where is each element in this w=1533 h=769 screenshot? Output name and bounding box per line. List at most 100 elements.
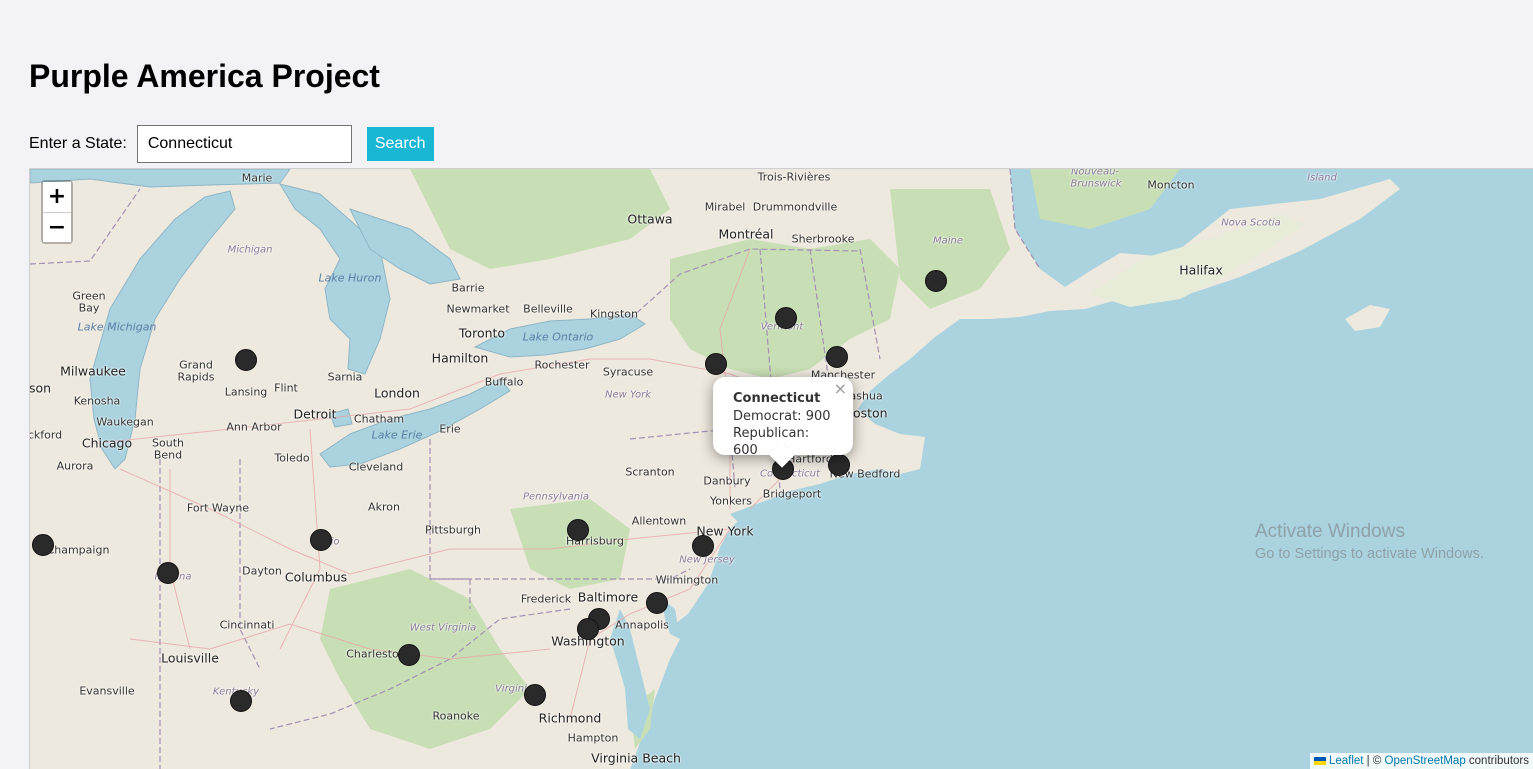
place-label: Detroit xyxy=(293,406,337,422)
place-label: Hamilton xyxy=(431,350,489,366)
place-label: Virginia Beach xyxy=(591,750,681,766)
place-label: Fort Wayne xyxy=(186,501,250,515)
place-label: Cleveland xyxy=(348,460,404,474)
place-label: Chatham xyxy=(353,412,405,426)
place-label: Chicago xyxy=(81,435,133,451)
ukraine-flag-icon xyxy=(1313,756,1326,765)
state-marker-vermont[interactable] xyxy=(775,307,797,329)
place-label: Louisville xyxy=(161,650,219,666)
place-label: London xyxy=(374,385,420,401)
popup-close-button[interactable]: × xyxy=(834,381,847,397)
state-marker-new-york[interactable] xyxy=(705,353,727,375)
state-marker-maine[interactable] xyxy=(925,270,947,292)
place-label: Pittsburgh xyxy=(424,523,482,537)
place-label: Annapolis xyxy=(615,618,669,632)
place-label: Lake Ontario xyxy=(522,330,594,344)
place-label: Cincinnati xyxy=(219,618,275,632)
state-popup: × Connecticut Democrat: 900 Republican: … xyxy=(713,377,853,468)
state-marker-new-jersey[interactable] xyxy=(692,535,714,557)
place-label: Wilmington xyxy=(655,573,719,587)
place-label: Syracuse xyxy=(602,365,654,379)
place-label: Lansing xyxy=(224,385,268,399)
place-label: Nouveau- xyxy=(1070,168,1120,178)
place-label: Sarnia xyxy=(327,370,363,384)
state-marker-district-of-columbia[interactable] xyxy=(577,618,599,640)
state-marker-pennsylvania[interactable] xyxy=(567,519,589,541)
place-label: Bridgeport xyxy=(762,487,822,501)
state-marker-delaware[interactable] xyxy=(646,592,668,614)
attribution-separator: | © xyxy=(1363,755,1385,767)
place-label: Lake Huron xyxy=(318,271,382,285)
state-marker-ohio[interactable] xyxy=(310,529,332,551)
place-label: ckford xyxy=(29,428,63,442)
place-label: Drummondville xyxy=(752,200,838,214)
place-label: Newmarket xyxy=(446,302,510,316)
place-label: Montréal xyxy=(718,226,774,242)
place-label: Charleston xyxy=(346,647,406,661)
popup-republican: Republican: 600 xyxy=(733,426,810,458)
place-label: son xyxy=(29,380,52,396)
place-label: Toledo xyxy=(274,451,310,465)
state-input[interactable] xyxy=(136,125,352,163)
place-label: Toronto xyxy=(458,325,506,341)
osm-link[interactable]: OpenStreetMap xyxy=(1385,755,1466,767)
place-label: Rapids xyxy=(177,370,215,384)
place-label: Baltimore xyxy=(577,589,639,605)
attribution-suffix: contributors xyxy=(1465,755,1529,767)
place-label: Waukegan xyxy=(96,415,154,429)
popup-state-name: Connecticut xyxy=(733,391,821,406)
place-label: Frederick xyxy=(520,592,572,606)
island-land xyxy=(1345,305,1390,331)
place-label: Belleville xyxy=(523,302,573,316)
place-label: Moncton xyxy=(1147,178,1195,192)
place-label: Aurora xyxy=(56,459,94,473)
state-marker-kentucky[interactable] xyxy=(230,690,252,712)
popup-democrat: Democrat: 900 xyxy=(733,409,831,424)
place-label: Hampton xyxy=(567,731,619,745)
place-label: Kingston xyxy=(590,307,638,321)
place-label: Kenosha xyxy=(73,394,121,408)
state-marker-illinois[interactable] xyxy=(32,534,54,556)
place-label: Roanoke xyxy=(432,709,480,723)
place-label: New York xyxy=(604,389,652,401)
zoom-control: + − xyxy=(41,180,73,244)
place-label: Michigan xyxy=(227,244,273,256)
state-marker-virginia[interactable] xyxy=(524,684,546,706)
place-label: Scranton xyxy=(625,465,675,479)
place-label: Yonkers xyxy=(710,494,752,508)
place-label: Lake Michigan xyxy=(77,320,157,334)
place-label: Champaign xyxy=(46,543,110,557)
state-marker-west-virginia[interactable] xyxy=(398,644,420,666)
watermark-line2: Go to Settings to activate Windows. xyxy=(1255,546,1484,562)
place-label: Bend xyxy=(153,448,183,462)
place-label: Pennsylvania xyxy=(522,491,590,503)
search-row: Enter a State: Search xyxy=(29,125,434,163)
search-button[interactable]: Search xyxy=(366,127,434,161)
zoom-out-button[interactable]: − xyxy=(43,212,71,242)
place-label: Sherbrooke xyxy=(791,232,855,246)
place-label: Evansville xyxy=(79,684,135,698)
leaflet-link[interactable]: Leaflet xyxy=(1329,755,1364,767)
place-label: Lake Erie xyxy=(371,428,423,442)
place-label: Akron xyxy=(368,500,400,514)
map[interactable]: Marie Trois-Rivières Mirabel Drummondville O… xyxy=(29,168,1533,769)
state-marker-indiana[interactable] xyxy=(157,562,179,584)
place-label: Richmond xyxy=(538,710,602,726)
place-label: Milwaukee xyxy=(60,363,126,379)
place-label: Trois-Rivières xyxy=(757,170,831,184)
place-label: Rochester xyxy=(534,358,590,372)
place-label: Flint xyxy=(274,381,298,395)
zoom-in-button[interactable]: + xyxy=(43,182,71,212)
place-label: Ottawa xyxy=(627,211,673,227)
place-label: West Virginia xyxy=(409,622,477,634)
place-label: Ann Arbor xyxy=(226,420,282,434)
state-marker-new-hampshire[interactable] xyxy=(826,346,848,368)
place-label: Barrie xyxy=(451,281,485,295)
state-marker-michigan[interactable] xyxy=(235,349,257,371)
place-label: Danbury xyxy=(703,474,751,488)
place-label: Nova Scotia xyxy=(1221,217,1281,229)
state-label: Enter a State: xyxy=(29,135,127,152)
place-label: Erie xyxy=(439,422,461,436)
watermark-line1: Activate Windows xyxy=(1255,521,1405,542)
page-title: Purple America Project xyxy=(29,58,380,94)
